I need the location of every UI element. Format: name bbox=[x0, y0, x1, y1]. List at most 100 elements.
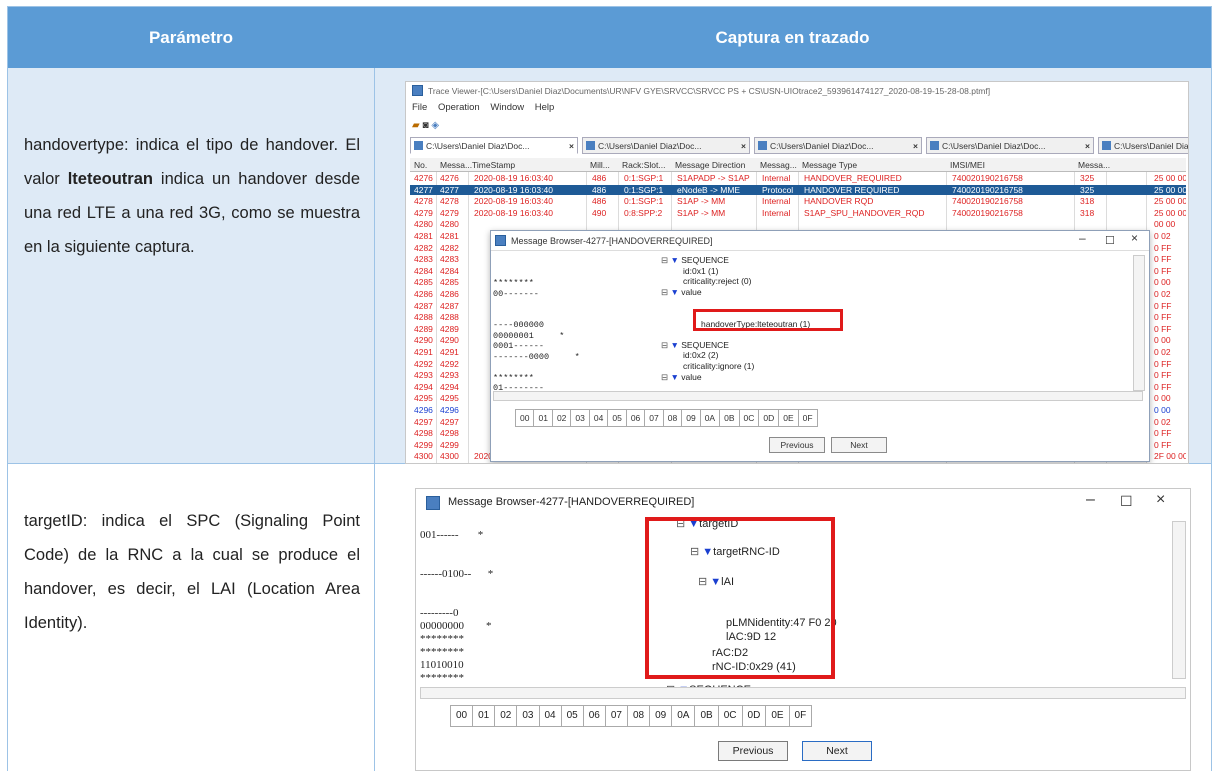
row2-description: targetID: indica el SPC (Signaling Point… bbox=[24, 512, 360, 632]
table-cell: 4286 bbox=[440, 289, 459, 299]
close-tab-icon[interactable]: × bbox=[569, 138, 574, 153]
table-cell: S1AP -> MM bbox=[677, 196, 726, 207]
tree-node[interactable]: criticality:ignore (1) bbox=[683, 361, 754, 371]
table-cell: 4291 bbox=[440, 347, 459, 357]
table-cell: 4295 bbox=[440, 393, 459, 404]
tree-node[interactable]: ⊟ ▼ SEQUENCE bbox=[661, 340, 729, 351]
hex-column-label: 03 bbox=[571, 409, 590, 427]
hex-column-label: 07 bbox=[645, 409, 664, 427]
vertical-scrollbar[interactable] bbox=[1133, 255, 1145, 391]
tab-file-4[interactable]: C:\Users\Daniel Diaz\Doc... × bbox=[926, 137, 1094, 154]
table-row[interactable]: 4278 4278 2020-08-19 16:03:40 486 0:1:SGP:1 S… bbox=[410, 196, 1186, 206]
column-header[interactable]: TimeStamp bbox=[472, 160, 515, 170]
table-cell: 4292 bbox=[440, 358, 459, 369]
tree-node[interactable]: ⊟ ▼ value bbox=[661, 372, 702, 383]
column-header[interactable]: Messag... bbox=[760, 160, 797, 170]
table-cell: 4287 bbox=[414, 300, 433, 311]
binoculars-icon[interactable]: ◙ bbox=[422, 120, 428, 131]
column-header[interactable]: Messa... bbox=[1078, 160, 1110, 170]
hex-bits-pane: ******** 00------- ----000000 00000001 *… bbox=[493, 278, 580, 393]
tree-node[interactable]: id:0x2 (2) bbox=[683, 350, 718, 360]
table-cell: 0:1:SGP:1 bbox=[624, 173, 664, 183]
close-icon[interactable]: × bbox=[1156, 491, 1165, 509]
table-cell: 25 00 00 bbox=[1154, 184, 1186, 195]
close-tab-icon[interactable]: × bbox=[741, 138, 746, 153]
eraser-icon[interactable]: ◈ bbox=[431, 120, 439, 131]
table-cell: 0 FF bbox=[1154, 370, 1172, 381]
minimize-icon[interactable]: – bbox=[1079, 231, 1086, 245]
column-header[interactable]: Message Type bbox=[802, 160, 857, 170]
table-cell: 0 00 bbox=[1154, 335, 1171, 346]
table-cell: 0 00 bbox=[1154, 393, 1171, 404]
tree-node[interactable]: ⊟ ▼ SEQUENCE bbox=[661, 255, 729, 266]
previous-button[interactable]: Previous bbox=[769, 437, 825, 453]
close-icon[interactable]: × bbox=[1131, 231, 1138, 245]
toolbar: ▰ ◙ ◈ bbox=[412, 120, 439, 132]
file-tabs: C:\Users\Daniel Diaz\Doc... × C:\Users\Dan… bbox=[410, 137, 1189, 154]
tab-file-1[interactable]: C:\Users\Daniel Diaz\Doc... × bbox=[410, 137, 578, 154]
menu-window[interactable]: Window bbox=[490, 102, 524, 113]
column-header[interactable]: No. bbox=[414, 160, 427, 170]
hex-column-header: 00 01 02 03 04 05 06 07 08 09 0A 0B 0C 0D 0E 0F bbox=[450, 705, 813, 727]
table-cell: 4284 bbox=[414, 265, 433, 276]
hex-column-label: 05 bbox=[608, 409, 627, 427]
menu-file[interactable]: File bbox=[412, 102, 427, 113]
table-cell: 4276 bbox=[414, 173, 433, 183]
hex-column-label: 06 bbox=[583, 705, 606, 727]
tab-label: C:\Users\Daniel Diaz\Doc... bbox=[1114, 141, 1189, 151]
tab-file-3[interactable]: C:\Users\Daniel Diaz\Doc... × bbox=[754, 137, 922, 154]
column-divider bbox=[374, 68, 375, 771]
hex-column-label: 04 bbox=[539, 705, 562, 727]
column-header[interactable]: Messa... bbox=[440, 160, 472, 170]
expand-triangle-icon: ▼ bbox=[670, 286, 682, 297]
column-header[interactable]: Message Direction bbox=[675, 160, 745, 170]
highlight-box bbox=[645, 517, 835, 679]
table-row[interactable]: 4279 4279 2020-08-19 16:03:40 490 0:8:SPP:2 S… bbox=[410, 208, 1186, 218]
column-header[interactable]: IMSI/MEI bbox=[950, 160, 985, 170]
table-cell: 486 bbox=[592, 173, 607, 183]
file-icon bbox=[1102, 141, 1111, 150]
hex-column-header: 00 01 02 03 04 05 06 07 08 09 0A 0B 0C 0D 0E 0F bbox=[515, 409, 818, 427]
table-cell: 4290 bbox=[440, 335, 459, 346]
table-cell: 486 bbox=[592, 196, 607, 207]
vertical-scrollbar[interactable] bbox=[1172, 521, 1186, 679]
table-cell: 4283 bbox=[440, 254, 459, 265]
close-tab-icon[interactable]: × bbox=[913, 138, 918, 153]
table-cell: 0 FF bbox=[1154, 428, 1172, 439]
horizontal-scrollbar[interactable] bbox=[493, 391, 1143, 401]
table-cell: 0 FF bbox=[1154, 358, 1172, 369]
menu-help[interactable]: Help bbox=[535, 102, 555, 113]
tree-node[interactable]: criticality:reject (0) bbox=[683, 276, 751, 286]
table-cell: 0 00 bbox=[1154, 405, 1171, 415]
table-row[interactable]: 4277 4277 2020-08-19 16:03:40 486 0:1:SGP:1 e… bbox=[410, 184, 1186, 195]
tab-file-2[interactable]: C:\Users\Daniel Diaz\Doc... × bbox=[582, 137, 750, 154]
table-cell: 4293 bbox=[414, 370, 433, 381]
table-cell: 490 bbox=[592, 207, 607, 218]
tree-node[interactable]: id:0x1 (1) bbox=[683, 266, 718, 276]
tree-node-label: value bbox=[681, 371, 702, 382]
table-cell: 4292 bbox=[414, 358, 433, 369]
table-cell: 318 bbox=[1080, 196, 1095, 207]
horizontal-scrollbar[interactable] bbox=[420, 687, 1186, 699]
next-button[interactable]: Next bbox=[831, 437, 887, 453]
column-header[interactable]: Mill... bbox=[590, 160, 610, 170]
previous-button[interactable]: Previous bbox=[718, 741, 788, 761]
maximize-icon[interactable]: ☐ bbox=[1120, 493, 1133, 510]
close-tab-icon[interactable]: × bbox=[1085, 138, 1090, 153]
hex-column-label: 0C bbox=[718, 705, 743, 727]
table-row[interactable]: 4280 4280 00 00 bbox=[410, 219, 1186, 229]
open-folder-icon[interactable]: ▰ bbox=[412, 120, 420, 131]
table-cell: 4284 bbox=[440, 265, 459, 276]
minimize-icon[interactable]: – bbox=[1086, 491, 1095, 509]
maximize-icon[interactable]: ☐ bbox=[1105, 234, 1115, 247]
table-header: Parámetro Captura en trazado bbox=[8, 7, 1211, 68]
menu-operation[interactable]: Operation bbox=[438, 102, 480, 113]
table-row[interactable]: 4276 4276 2020-08-19 16:03:40 486 0:1:SGP:1 S… bbox=[410, 173, 1186, 183]
tab-file-5[interactable]: C:\Users\Daniel Diaz\Doc...× bbox=[1098, 137, 1189, 154]
tree-node[interactable]: ⊟ ▼ value bbox=[661, 287, 702, 298]
table-cell: HANDOVER_REQUIRED bbox=[804, 173, 902, 183]
table-cell: 486 bbox=[592, 184, 607, 195]
column-header[interactable]: Rack:Slot... bbox=[622, 160, 665, 170]
next-button[interactable]: Next bbox=[802, 741, 872, 761]
tab-label: C:\Users\Daniel Diaz\Doc... bbox=[598, 141, 702, 151]
